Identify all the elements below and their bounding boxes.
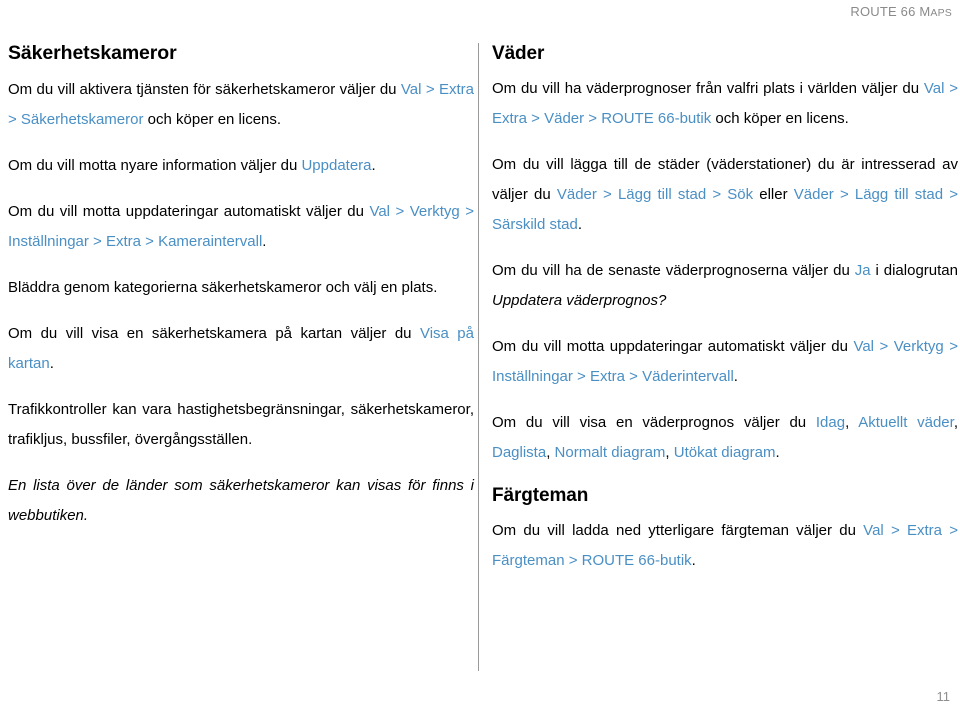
paragraph-text: , <box>953 414 958 432</box>
paragraph-text: Om du vill ha de senaste väderprognosern… <box>492 262 855 280</box>
left-column: Säkerhetskameror Om du vill aktivera tjä… <box>8 42 474 672</box>
menu-path-link[interactable]: Daglista <box>492 444 546 461</box>
p-bladdra: Bläddra genom kategorierna säkerhetskame… <box>8 273 474 303</box>
paragraph-text: Bläddra genom kategorierna säkerhetskame… <box>8 278 438 296</box>
section-fargteman-heading: Färgteman <box>492 485 589 507</box>
paragraph-text: Trafikkontroller kan vara hastighetsbegr… <box>8 400 474 448</box>
paragraph-text: Om du vill visa en säkerhetskamera på ka… <box>8 324 420 342</box>
paragraph-text: Om du vill motta uppdateringar automatis… <box>8 202 370 220</box>
paragraph-text: En lista över de länder som säkerhetskam… <box>8 476 474 524</box>
p-trafikkontroller: Trafikkontroller kan vara hastighetsbegr… <box>8 395 474 455</box>
menu-path-link[interactable]: Normalt diagram <box>555 444 666 461</box>
paragraph-text: och köper en licens. <box>143 110 282 128</box>
paragraph-text: , <box>665 444 674 462</box>
section-fargteman: Färgteman Om du vill ladda ned ytterligar… <box>492 484 958 576</box>
left-column-paragraphs: Om du vill aktivera tjänsten för säkerhe… <box>8 75 474 531</box>
p-visa-kartan: Om du vill visa en säkerhetskamera på ka… <box>8 319 474 379</box>
paragraph-text: Om du vill aktivera tjänsten för säkerhe… <box>8 80 401 98</box>
paragraph-text: och köper en licens. <box>711 110 849 128</box>
menu-path-link[interactable]: Uppdatera <box>301 157 371 174</box>
p-uppdateringar-vader: Om du vill motta uppdateringar automatis… <box>492 332 958 392</box>
paragraph-text: eller <box>753 186 794 204</box>
dialog-name-emphasis: Uppdatera väderprognos? <box>492 292 667 310</box>
paragraph-text: Om du vill motta nyare information välje… <box>8 156 302 174</box>
two-column-body: Säkerhetskameror Om du vill aktivera tjä… <box>0 42 960 672</box>
menu-path-link[interactable]: Idag <box>816 414 845 431</box>
paragraph-text: Om du vill motta uppdateringar automatis… <box>492 338 854 356</box>
paragraph-text: . <box>49 354 54 372</box>
menu-path-link[interactable]: Väder > Lägg till stad > Sök <box>557 186 753 203</box>
menu-path-link[interactable]: Aktuellt väder <box>858 414 954 431</box>
paragraph-text: Om du vill ha väderprognoser från valfri… <box>492 80 924 98</box>
p-aktivera: Om du vill aktivera tjänsten för säkerhe… <box>8 75 474 135</box>
p-lista-lander: En lista över de länder som säkerhetskam… <box>8 471 474 531</box>
p-vaderprognoser: Om du vill ha väderprognoser från valfri… <box>492 74 958 134</box>
paragraph-text: . <box>775 444 780 462</box>
menu-path-link[interactable]: Utökat diagram <box>674 444 776 461</box>
running-header-main: ROUTE 66 M <box>850 4 931 19</box>
column-divider <box>478 43 479 671</box>
right-column: Väder Om du vill ha väderprognoser från v… <box>492 42 958 672</box>
p-fargteman: Om du vill ladda ned ytterligare färgtem… <box>492 516 958 576</box>
menu-path-link[interactable]: Ja <box>855 262 871 279</box>
paragraph-text: Om du vill visa en väderprognos väljer d… <box>492 414 816 432</box>
paragraph-text: . <box>371 156 376 174</box>
paragraph-text: . <box>262 232 267 250</box>
paragraph-text: . <box>577 216 583 234</box>
running-header-smallcaps: APS <box>930 7 952 19</box>
paragraph-text: Om du vill ladda ned ytterligare färgtem… <box>492 522 864 540</box>
left-section-heading: Säkerhetskameror <box>8 42 177 64</box>
paragraph-text: , <box>546 444 555 462</box>
document-page: ROUTE 66 MAPS Säkerhetskameror Om du vil… <box>0 0 960 716</box>
page-number: 11 <box>936 689 951 704</box>
section-vader: Väder Om du vill ha väderprognoser från v… <box>492 42 958 468</box>
right-column-sections: Väder Om du vill ha väderprognoser från v… <box>492 42 958 576</box>
paragraph-text: . <box>691 552 696 570</box>
p-uppdateringar: Om du vill motta uppdateringar automatis… <box>8 197 474 257</box>
p-nyare-info: Om du vill motta nyare information välje… <box>8 151 474 181</box>
p-visa-vaderprognos: Om du vill visa en väderprognos väljer d… <box>492 408 958 468</box>
section-vader-heading: Väder <box>492 43 545 64</box>
paragraph-text: . <box>733 368 738 386</box>
running-header: ROUTE 66 MAPS <box>850 4 952 19</box>
paragraph-text: , <box>845 414 859 432</box>
p-lagga-till-stader: Om du vill lägga till de städer (väderst… <box>492 150 958 240</box>
p-senaste-prognoser: Om du vill ha de senaste väderprognosern… <box>492 256 958 316</box>
paragraph-text: i dialogrutan <box>870 262 958 280</box>
